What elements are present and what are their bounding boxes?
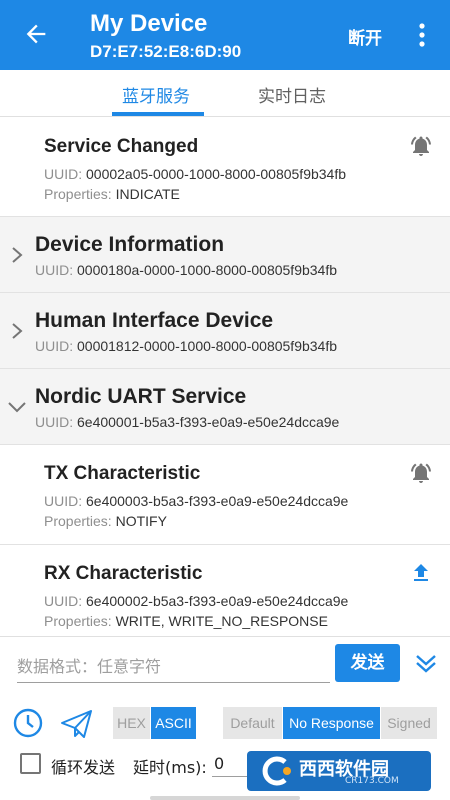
upload-icon[interactable] — [409, 561, 433, 585]
properties-label: Properties: — [44, 613, 116, 629]
characteristic-name: RX Characteristic — [44, 563, 203, 584]
device-name: My Device — [90, 10, 208, 37]
characteristic-uuid: UUID: 00002a05-0000-1000-8000-00805f9b34… — [44, 166, 346, 182]
uuid-value: 00002a05-0000-1000-8000-00805f9b34fb — [86, 166, 347, 182]
uuid-value: 6e400001-b5a3-f393-e0a9-e50e24dcca9e — [77, 414, 340, 430]
delay-label: 延时(ms): — [133, 758, 207, 777]
characteristic-item[interactable]: TX Characteristic UUID: 6e400003-b5a3-f3… — [0, 445, 450, 545]
uuid-value: 0000180a-0000-1000-8000-00805f9b34fb — [77, 262, 338, 278]
uuid-label: UUID: — [44, 493, 86, 509]
characteristic-uuid: UUID: 6e400003-b5a3-f393-e0a9-e50e24dcca… — [44, 493, 348, 509]
chevron-right-icon — [12, 323, 23, 339]
characteristic-uuid: UUID: 6e400002-b5a3-f393-e0a9-e50e24dcca… — [44, 593, 348, 609]
characteristic-properties: Properties: NOTIFY — [44, 513, 167, 529]
clock-icon[interactable] — [12, 707, 44, 739]
watermark-subtext: CR173.COM — [345, 776, 399, 786]
app-bar: My Device D7:E7:52:E8:6D:90 断开 — [0, 0, 450, 70]
characteristic-name: TX Characteristic — [44, 463, 201, 484]
watermark-logo: 西西软件园 CR173.COM — [247, 751, 431, 791]
bell-ring-icon[interactable] — [409, 461, 433, 485]
tab-realtime-log[interactable]: 实时日志 — [258, 82, 326, 107]
data-input[interactable] — [17, 657, 330, 676]
properties-label: Properties: — [44, 186, 116, 202]
write-default-option[interactable]: Default — [223, 707, 282, 739]
characteristic-properties: Properties: WRITE, WRITE_NO_RESPONSE — [44, 613, 328, 629]
service-item[interactable]: Nordic UART Service UUID: 6e400001-b5a3-… — [0, 369, 450, 445]
paper-plane-icon[interactable] — [60, 709, 94, 739]
uuid-value: 6e400002-b5a3-f393-e0a9-e50e24dcca9e — [86, 593, 349, 609]
uuid-value: 6e400003-b5a3-f393-e0a9-e50e24dcca9e — [86, 493, 349, 509]
device-address: D7:E7:52:E8:6D:90 — [90, 42, 242, 61]
format-hex-option[interactable]: HEX — [113, 707, 150, 739]
tab-bluetooth-services[interactable]: 蓝牙服务 — [122, 82, 190, 107]
uuid-label: UUID: — [44, 166, 86, 182]
loop-send-checkbox[interactable] — [20, 753, 41, 774]
uuid-value: 00001812-0000-1000-8000-00805f9b34fb — [77, 338, 338, 354]
service-uuid: UUID: 0000180a-0000-1000-8000-00805f9b34… — [35, 262, 337, 278]
uuid-label: UUID: — [44, 593, 86, 609]
tab-indicator — [112, 112, 204, 116]
characteristic-name: Service Changed — [44, 136, 199, 157]
characteristic-item[interactable]: RX Characteristic UUID: 6e400002-b5a3-f3… — [0, 545, 450, 636]
service-uuid: UUID: 6e400001-b5a3-f393-e0a9-e50e24dcca… — [35, 414, 339, 430]
more-vert-icon[interactable] — [414, 22, 430, 48]
service-name: Human Interface Device — [35, 309, 274, 332]
properties-value: NOTIFY — [115, 513, 167, 529]
service-name: Nordic UART Service — [35, 385, 247, 408]
properties-label: Properties: — [44, 513, 116, 529]
properties-value: WRITE, WRITE_NO_RESPONSE — [115, 613, 328, 629]
disconnect-button[interactable]: 断开 — [348, 24, 382, 49]
uuid-label: UUID: — [35, 262, 77, 278]
characteristic-item[interactable]: Service Changed UUID: 00002a05-0000-1000… — [0, 118, 450, 217]
write-signed-option[interactable]: Signed — [381, 707, 437, 739]
properties-value: INDICATE — [115, 186, 180, 202]
double-chevron-down-icon[interactable] — [414, 651, 438, 675]
loop-send-label: 循环发送 — [51, 758, 116, 777]
write-no-response-option[interactable]: No Response — [283, 707, 380, 739]
format-ascii-option[interactable]: ASCII — [151, 707, 196, 739]
service-item[interactable]: Human Interface Device UUID: 00001812-00… — [0, 293, 450, 369]
characteristic-properties: Properties: INDICATE — [44, 186, 180, 202]
uuid-label: UUID: — [35, 414, 77, 430]
uuid-label: UUID: — [35, 338, 77, 354]
bell-ring-icon[interactable] — [409, 134, 433, 158]
chevron-right-icon — [12, 247, 23, 263]
service-uuid: UUID: 00001812-0000-1000-8000-00805f9b34… — [35, 338, 337, 354]
send-button[interactable]: 发送 — [335, 644, 400, 682]
service-item[interactable]: Device Information UUID: 0000180a-0000-1… — [0, 217, 450, 293]
watermark-c-icon — [262, 756, 291, 786]
tab-bar: 蓝牙服务 实时日志 — [0, 70, 450, 117]
arrow-back-icon[interactable] — [22, 20, 50, 48]
home-indicator — [150, 796, 300, 800]
service-list[interactable]: Service Changed UUID: 00002a05-0000-1000… — [0, 118, 450, 636]
chevron-down-icon — [8, 402, 26, 413]
service-name: Device Information — [35, 233, 225, 256]
data-input-wrap — [17, 657, 330, 683]
